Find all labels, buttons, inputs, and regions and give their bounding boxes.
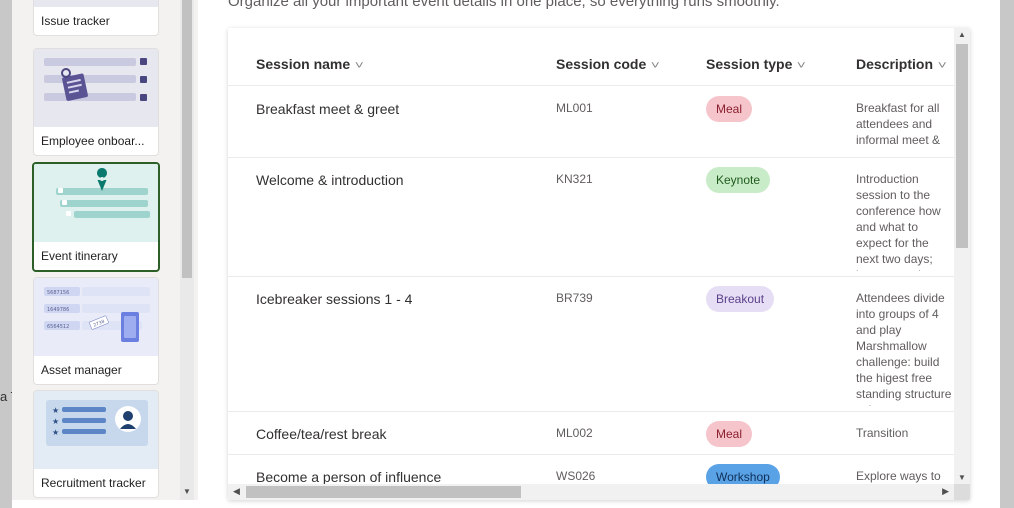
table-row[interactable]: Welcome & introduction KN321 Keynote Int…: [228, 158, 954, 277]
template-list: Issue tracker Employee onboar... Event i…: [12, 0, 198, 500]
asset-code-text: 6564512: [47, 324, 69, 330]
column-header-session-name[interactable]: Session name ˅: [256, 56, 364, 72]
session-name-cell: Breakfast meet & greet: [256, 101, 400, 117]
template-description: Organize all your important event detail…: [228, 0, 780, 10]
asset-illustration: 5687156 1649786 6564512 2738: [44, 287, 150, 342]
asset-code-text: 5687156: [47, 290, 69, 296]
scroll-up-arrow-icon[interactable]: ▲: [958, 30, 966, 39]
session-code-cell: ML002: [556, 426, 593, 440]
session-code-cell: ML001: [556, 101, 593, 115]
session-type-pill: Keynote: [706, 167, 771, 193]
session-name-cell: Become a person of influence: [256, 469, 442, 485]
column-header-description[interactable]: Description ˅: [856, 56, 947, 72]
table-row[interactable]: Icebreaker sessions 1 - 4 BR739 Breakout…: [228, 277, 954, 412]
horizontal-scroll-thumb[interactable]: [246, 486, 521, 498]
scrollbar-corner: [954, 484, 970, 500]
description-cell: Transition: [856, 426, 909, 440]
template-card-employee-onboarding[interactable]: Employee onboar...: [33, 48, 159, 156]
column-header-label: Session type: [706, 56, 793, 72]
description-cell: Attendees divide into groups of 4 and pl…: [856, 291, 952, 406]
scroll-down-arrow-icon[interactable]: ▼: [958, 473, 966, 482]
star-icon: ★: [52, 428, 59, 437]
session-name-cell: Icebreaker sessions 1 - 4: [256, 291, 413, 307]
column-header-label: Description: [856, 56, 934, 72]
employee-onboarding-thumbnail: [34, 49, 158, 127]
template-card-asset-manager[interactable]: 5687156 1649786 6564512 2738 Asset manag…: [33, 277, 159, 385]
table-horizontal-scrollbar[interactable]: ◀ ▶: [228, 484, 954, 500]
table-row[interactable]: Breakfast meet & greet ML001 Meal Breakf…: [228, 87, 954, 158]
template-card-recruitment-tracker[interactable]: ★ ★ ★ Recruitment tracker: [33, 390, 159, 498]
template-card-label: Employee onboar...: [41, 134, 145, 148]
session-type-pill: Breakout: [706, 286, 775, 312]
asset-code-text: 1649786: [47, 307, 69, 313]
scroll-left-arrow-icon[interactable]: ◀: [233, 486, 240, 497]
recruitment-tracker-thumbnail: ★ ★ ★: [34, 391, 158, 469]
scroll-right-arrow-icon[interactable]: ▶: [942, 486, 949, 497]
session-type-pill: Meal: [706, 96, 753, 122]
column-header-session-type[interactable]: Session type ˅: [706, 56, 807, 72]
template-dialog: Issue tracker Employee onboar... Event i…: [12, 0, 1000, 508]
template-list-scroll-thumb[interactable]: [182, 0, 192, 278]
template-list-scrollbar[interactable]: ▼: [180, 0, 194, 500]
template-card-event-itinerary[interactable]: Event itinerary: [32, 162, 160, 272]
column-header-session-code[interactable]: Session code ˅: [556, 56, 660, 72]
description-cell: Introduction session to the conference h…: [856, 172, 941, 271]
scroll-down-arrow-icon[interactable]: ▼: [183, 487, 191, 496]
chevron-down-icon: ˅: [650, 60, 660, 72]
vertical-scroll-thumb[interactable]: [956, 44, 968, 248]
star-icon: ★: [52, 406, 59, 415]
asset-manager-thumbnail: 5687156 1649786 6564512 2738: [34, 278, 158, 356]
chevron-down-icon: ˅: [797, 60, 807, 72]
star-icon: ★: [52, 417, 59, 426]
preview-table: Session name ˅ Session code ˅ Session type…: [228, 28, 970, 500]
session-code-cell: KN321: [556, 172, 593, 186]
table-header: Session name ˅ Session code ˅ Session type…: [228, 28, 954, 86]
recruitment-illustration: ★ ★ ★: [46, 400, 148, 446]
session-name-cell: Welcome & introduction: [256, 172, 404, 188]
table-row[interactable]: Coffee/tea/rest break ML002 Meal Transit…: [228, 412, 954, 455]
event-itinerary-thumbnail: [34, 164, 158, 242]
template-card-label: Event itinerary: [41, 249, 118, 263]
session-type-pill: Meal: [706, 421, 753, 447]
description-cell: Breakfast for all attendees and informal…: [856, 101, 941, 152]
chevron-down-icon: ˅: [937, 60, 947, 72]
chevron-down-icon: ˅: [354, 60, 364, 72]
onboarding-illustration: [44, 58, 147, 101]
session-code-cell: WS026: [556, 469, 596, 483]
table-vertical-scrollbar[interactable]: ▲ ▼: [954, 28, 970, 484]
template-card-label: Issue tracker: [41, 14, 110, 28]
session-name-cell: Coffee/tea/rest break: [256, 426, 387, 442]
session-code-cell: BR739: [556, 291, 593, 305]
column-header-label: Session code: [556, 56, 647, 72]
column-header-label: Session name: [256, 56, 351, 72]
template-card-label: Asset manager: [41, 363, 122, 377]
template-card-issue-tracker[interactable]: Issue tracker: [33, 0, 159, 36]
template-card-label: Recruitment tracker: [41, 476, 146, 490]
itinerary-illustration: [56, 168, 150, 218]
issue-tracker-thumbnail: [34, 0, 158, 7]
